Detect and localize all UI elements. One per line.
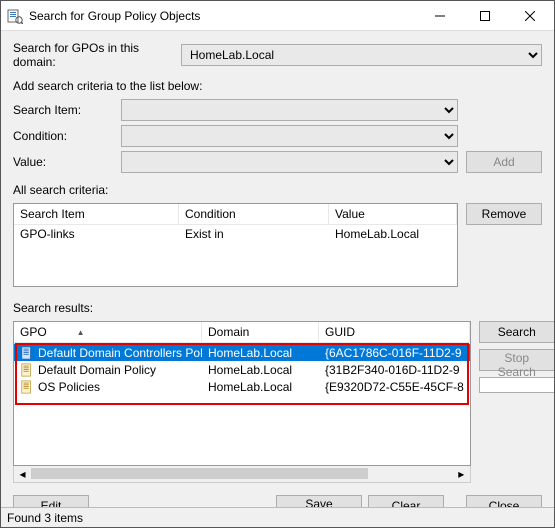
stop-search-button[interactable]: Stop Search <box>479 349 554 371</box>
search-button[interactable]: Search <box>479 321 554 343</box>
condition-label: Condition: <box>13 129 113 143</box>
add-button[interactable]: Add <box>466 151 542 173</box>
search-item-label: Search Item: <box>13 103 113 117</box>
dialog-body: Search for GPOs in this domain: HomeLab.… <box>1 31 554 507</box>
results-row[interactable]: OS PoliciesHomeLab.Local{E9320D72-C55E-4… <box>14 378 470 395</box>
value-label: Value: <box>13 155 113 169</box>
results-col-domain[interactable]: Domain <box>202 322 319 343</box>
criteria-col-value[interactable]: Value <box>329 204 457 225</box>
app-icon <box>7 8 23 24</box>
domain-row: Search for GPOs in this domain: HomeLab.… <box>13 41 542 69</box>
value-select[interactable] <box>121 151 458 173</box>
progress-indicator <box>479 377 554 393</box>
scroll-left-icon[interactable]: ◂ <box>14 466 31 482</box>
close-button[interactable] <box>507 1 552 30</box>
scroll-right-icon[interactable]: ▸ <box>453 466 470 482</box>
scroll-thumb[interactable] <box>31 468 368 479</box>
title-bar: Search for Group Policy Objects <box>1 1 554 31</box>
save-results-button[interactable]: Save results... <box>276 495 362 507</box>
sort-asc-icon: ▲ <box>77 328 85 337</box>
maximize-button[interactable] <box>462 1 507 30</box>
criteria-table[interactable]: Search Item Condition Value GPO-links Ex… <box>13 203 458 287</box>
results-heading: Search results: <box>13 301 542 315</box>
domain-label: Search for GPOs in this domain: <box>13 41 173 69</box>
clear-button[interactable]: Clear <box>368 495 444 507</box>
edit-button[interactable]: Edit <box>13 495 89 507</box>
status-bar: Found 3 items <box>1 507 554 527</box>
search-item-select[interactable] <box>121 99 458 121</box>
domain-select[interactable]: HomeLab.Local <box>181 44 542 66</box>
results-row[interactable]: Default Domain PolicyHomeLab.Local{31B2F… <box>14 361 470 378</box>
criteria-heading: All search criteria: <box>13 183 542 197</box>
results-hscrollbar[interactable]: ◂ ▸ <box>13 466 471 483</box>
window-title: Search for Group Policy Objects <box>29 9 417 23</box>
condition-select[interactable] <box>121 125 458 147</box>
results-row[interactable]: Default Domain Controllers PolicyHomeLab… <box>14 344 470 361</box>
results-col-guid[interactable]: GUID <box>319 322 470 343</box>
results-col-gpo[interactable]: GPO▲ <box>14 322 202 343</box>
criteria-row[interactable]: GPO-links Exist in HomeLab.Local <box>14 225 457 243</box>
results-table[interactable]: GPO▲ Domain GUID Default Domain Controll… <box>13 321 471 466</box>
criteria-col-condition[interactable]: Condition <box>179 204 329 225</box>
add-criteria-heading: Add search criteria to the list below: <box>13 79 542 93</box>
criteria-header: Search Item Condition Value <box>14 204 457 225</box>
close-dialog-button[interactable]: Close <box>466 495 542 507</box>
criteria-col-search-item[interactable]: Search Item <box>14 204 179 225</box>
minimize-button[interactable] <box>417 1 462 30</box>
remove-button[interactable]: Remove <box>466 203 542 225</box>
status-text: Found 3 items <box>7 511 83 525</box>
results-header: GPO▲ Domain GUID <box>14 322 470 344</box>
bottom-buttons: Edit Save results... Clear Close <box>13 495 542 507</box>
